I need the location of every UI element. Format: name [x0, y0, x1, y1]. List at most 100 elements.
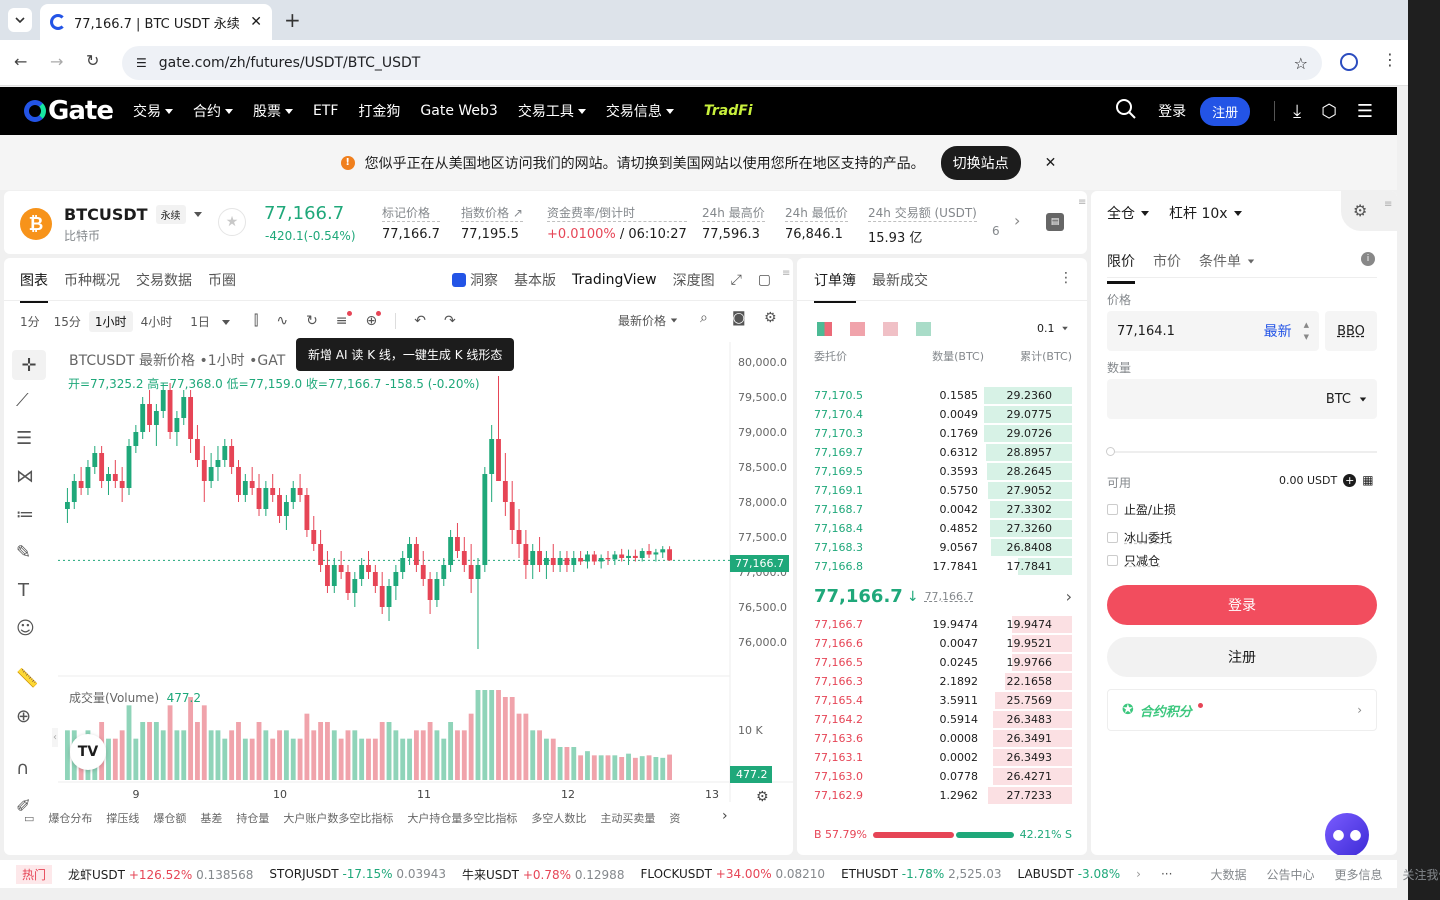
bid-row[interactable]: 77,166.5 0.0245 19.9766	[808, 653, 1072, 672]
ticker-item[interactable]: 龙虾USDT +126.52% 0.138568	[68, 866, 253, 883]
layout-both-icon[interactable]	[817, 322, 832, 336]
scroll-right-icon[interactable]: ›	[1014, 211, 1020, 230]
tab-orderbook[interactable]: 订单簿	[814, 270, 856, 303]
nav-item-futures[interactable]: 合约	[193, 101, 233, 121]
drag-handle-icon[interactable]: ≡	[1078, 197, 1086, 208]
link-more[interactable]: 资	[669, 810, 680, 826]
nav-item-tradfi[interactable]: TradFi	[704, 103, 753, 119]
layout-bids-icon[interactable]	[916, 322, 931, 336]
ticker-more-icon[interactable]: ···	[1161, 867, 1172, 881]
undo-icon[interactable]: ↶	[414, 313, 426, 329]
ticker-item[interactable]: FLOCKUSDT +34.00% 0.08210	[640, 867, 825, 881]
ticker-item[interactable]: LABUSDT -3.08%	[1018, 867, 1121, 881]
nav-item-meme[interactable]: 打金狗	[358, 101, 400, 121]
bid-row[interactable]: 77,163.0 0.0778 26.4271	[808, 767, 1072, 786]
register-button[interactable]: 注册	[1200, 96, 1251, 126]
mid-price-row[interactable]: 77,166.7 ↓ 77,166.7 ›	[814, 586, 1072, 607]
links-next-icon[interactable]: ›	[722, 808, 728, 824]
forward-icon[interactable]: →	[50, 52, 63, 71]
tab-limit[interactable]: 限价	[1107, 251, 1135, 284]
link-top-position-ratio[interactable]: 大户持仓量多空比指标	[407, 810, 517, 826]
bbo-button[interactable]: BBO	[1325, 311, 1377, 351]
nav-item-etf[interactable]: ETF	[313, 103, 338, 119]
leverage-select[interactable]: 杠杆 10x	[1169, 203, 1242, 223]
fullscreen-icon[interactable]: ⤢	[731, 272, 742, 288]
zoom-in-icon[interactable]: ⊕	[16, 706, 31, 727]
calculator-icon[interactable]: ▦	[1362, 473, 1373, 487]
tradingview-logo-icon[interactable]: TV	[70, 734, 106, 770]
tab-circle[interactable]: 币圈	[208, 270, 236, 303]
close-tab-icon[interactable]: ✕	[250, 14, 262, 30]
reload-icon[interactable]: ↻	[86, 51, 99, 70]
bid-row[interactable]: 77,162.9 1.2962 27.7233	[808, 786, 1072, 805]
ticker-item[interactable]: 牛来USDT +0.78% 0.12988	[462, 866, 624, 883]
interval-1m[interactable]: 1分	[14, 311, 46, 332]
bid-row[interactable]: 77,164.2 0.5914 26.3483	[808, 710, 1072, 729]
ask-row[interactable]: 77,169.1 0.5750 27.9052	[808, 481, 1072, 500]
magnet-icon[interactable]: ∩	[16, 758, 29, 779]
nav-item-web3[interactable]: Gate Web3	[420, 103, 497, 119]
bid-row[interactable]: 77,166.7 19.9474 19.9474	[808, 615, 1072, 634]
profile-icon[interactable]	[1340, 53, 1358, 71]
layout-asks-icon[interactable]	[850, 322, 865, 336]
view-depth[interactable]: 深度图	[673, 270, 715, 290]
panel-drag-icon[interactable]: ≡	[782, 268, 790, 279]
bid-row[interactable]: 77,163.1 0.0002 26.3493	[808, 748, 1072, 767]
bid-row[interactable]: 77,165.4 3.5911 25.7569	[808, 691, 1072, 710]
slider-handle[interactable]	[1106, 447, 1115, 456]
ask-row[interactable]: 77,166.8 17.7841 17.7841	[808, 557, 1072, 576]
back-icon[interactable]: ←	[14, 52, 27, 71]
check-reduce-only[interactable]: 只减仓	[1107, 552, 1160, 569]
ticker-item[interactable]: STORJUSDT -17.15% 0.03943	[269, 867, 446, 881]
candle-type-icon[interactable]: ⫿	[254, 313, 258, 329]
contract-points-banner[interactable]: ✪ 合约积分 ›	[1107, 689, 1377, 731]
ask-row[interactable]: 77,169.5 0.3593 28.2645	[808, 462, 1072, 481]
ask-row[interactable]: 77,170.5 0.1585 29.2360	[808, 386, 1072, 405]
ask-row[interactable]: 77,169.7 0.6312 28.8957	[808, 443, 1072, 462]
symbol-selector[interactable]: BTCUSDT 永续	[64, 205, 202, 224]
menu-icon[interactable]: ☰	[1357, 101, 1373, 122]
download-icon[interactable]: ⤓	[1293, 101, 1301, 122]
ask-row[interactable]: 77,170.3 0.1769 29.0726	[808, 424, 1072, 443]
tab-overview[interactable]: 币种概况	[64, 270, 120, 303]
footer-link-follow[interactable]: 关注我们	[1402, 866, 1440, 883]
indicators-icon[interactable]: ∿	[276, 313, 288, 329]
qty-input[interactable]: BTC	[1107, 379, 1377, 419]
link-support-resistance[interactable]: 撑压线	[106, 810, 139, 826]
chat-assistant-icon[interactable]: ● ●	[1325, 813, 1369, 855]
tick-step-select[interactable]: 0.1	[1037, 322, 1069, 335]
link-open-interest[interactable]: 持仓量	[236, 810, 269, 826]
interval-15m[interactable]: 15分	[48, 311, 87, 332]
brush-icon[interactable]: ✎	[16, 542, 31, 563]
login-link[interactable]: 登录	[1158, 101, 1186, 121]
crosshair-icon[interactable]: ✛	[12, 350, 46, 380]
layout-bids-asks-icon[interactable]	[883, 322, 898, 336]
ask-row[interactable]: 77,170.4 0.0049 29.0775	[808, 405, 1072, 424]
orderbook-more-icon[interactable]: ⋮	[1059, 270, 1073, 286]
trade-drag-icon[interactable]: ≡	[1384, 199, 1392, 210]
new-tab-icon[interactable]: +	[284, 8, 301, 32]
nav-item-trade[interactable]: 交易	[133, 101, 173, 121]
tab-list-icon[interactable]	[8, 8, 32, 32]
interval-1h[interactable]: 1小时	[88, 310, 133, 332]
bookmark-star-icon[interactable]: ☆	[1294, 54, 1308, 73]
info-icon[interactable]: i	[1361, 252, 1375, 266]
fib-icon[interactable]: ≔	[16, 504, 34, 525]
footer-link-bigdata[interactable]: 大数据	[1210, 866, 1246, 883]
close-banner-icon[interactable]: ✕	[1045, 155, 1057, 171]
view-tradingview[interactable]: TradingView	[572, 272, 657, 288]
qty-unit-select[interactable]: BTC	[1326, 392, 1351, 407]
gate-logo[interactable]: Gate	[24, 96, 114, 126]
axis-settings-icon[interactable]: ⚙	[756, 789, 769, 805]
url-field[interactable]: ☰ gate.com/zh/futures/USDT/BTC_USDT ☆	[122, 46, 1322, 80]
transfer-add-icon[interactable]: +	[1343, 473, 1357, 487]
site-info-icon[interactable]: ☰	[136, 56, 147, 70]
camera-icon[interactable]: ◙	[732, 310, 746, 326]
link-liquidation-amt[interactable]: 爆仓额	[153, 810, 186, 826]
settings-icon[interactable]: ⬡	[1321, 101, 1337, 122]
ruler-icon[interactable]: 📏	[16, 668, 38, 689]
bid-row[interactable]: 77,166.6 0.0047 19.9521	[808, 634, 1072, 653]
favorite-star-icon[interactable]: ★	[218, 208, 246, 236]
bid-row[interactable]: 77,163.6 0.0008 26.3491	[808, 729, 1072, 748]
login-button[interactable]: 登录	[1107, 585, 1377, 625]
